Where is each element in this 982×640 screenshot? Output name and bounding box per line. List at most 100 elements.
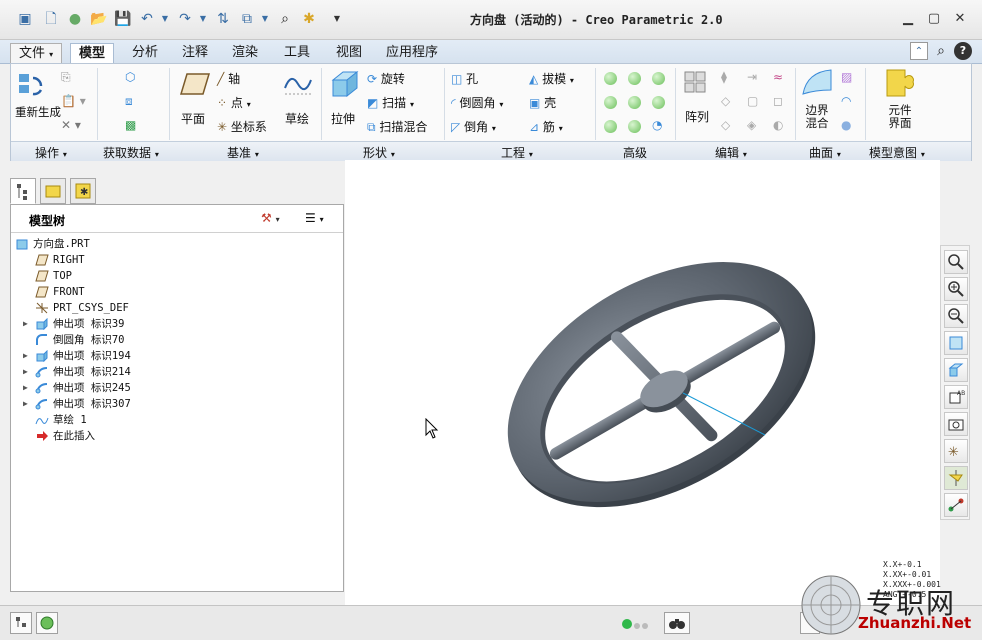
model-tree-item[interactable]: TOP bbox=[35, 268, 72, 284]
repaint-icon[interactable] bbox=[944, 331, 968, 355]
extend-icon[interactable]: ◇ bbox=[721, 94, 730, 108]
maximize-button[interactable]: ▢ bbox=[924, 10, 944, 28]
chamfer-button[interactable]: ◸ 倒角 ▾ bbox=[451, 118, 496, 135]
folder-browser-tab[interactable] bbox=[40, 178, 66, 204]
view-manager-icon[interactable] bbox=[944, 412, 968, 436]
group-surfaces[interactable]: 曲面 ▾ bbox=[809, 144, 841, 161]
fill-icon[interactable]: ● bbox=[841, 118, 851, 132]
new-file-icon[interactable]: 🗋 bbox=[42, 10, 60, 28]
point-button[interactable]: ⁘ 点 ▾ bbox=[217, 94, 251, 111]
model-tree-item[interactable]: 草绘 1 bbox=[35, 412, 87, 428]
model-tree-item[interactable]: FRONT bbox=[35, 284, 85, 300]
advanced-tool-icon[interactable] bbox=[604, 120, 617, 133]
find-binoculars-icon[interactable] bbox=[664, 612, 690, 634]
save-icon[interactable]: 💾 bbox=[114, 10, 132, 28]
expand-arrow-icon[interactable]: ▶ bbox=[23, 396, 28, 412]
paste-icon[interactable]: 📋 ▾ bbox=[61, 94, 86, 108]
undo-dropdown-icon[interactable]: ▼ bbox=[156, 10, 174, 28]
model-tree-item[interactable]: 倒圆角 标识70 bbox=[35, 332, 124, 348]
open-folder-star-icon[interactable]: ✱ bbox=[300, 10, 318, 28]
saved-orientations-icon[interactable]: AB bbox=[944, 385, 968, 409]
solidify-icon[interactable]: ◐ bbox=[773, 118, 783, 132]
component-interface-button[interactable]: 元件界面 bbox=[883, 104, 917, 130]
sketch-icon[interactable] bbox=[283, 72, 312, 100]
close-button[interactable]: ✕ bbox=[950, 10, 970, 28]
toggle-browser-icon[interactable] bbox=[36, 612, 58, 634]
group-get-data[interactable]: 获取数据 ▾ bbox=[103, 144, 159, 161]
tab-annotate[interactable]: 注释 bbox=[174, 43, 216, 64]
pattern-icon[interactable] bbox=[683, 70, 711, 98]
search-icon[interactable]: ⌕ bbox=[932, 42, 950, 60]
graphics-viewport[interactable] bbox=[345, 160, 940, 605]
spin-center-icon[interactable] bbox=[944, 466, 968, 490]
model-tree-item[interactable]: PRT_CSYS_DEF bbox=[35, 300, 129, 316]
freestyle-icon[interactable]: ◠ bbox=[841, 94, 851, 108]
model-tree-item[interactable]: ▶ 伸出项 标识194 bbox=[23, 348, 131, 364]
model-tree-item[interactable]: ▶ 伸出项 标识39 bbox=[23, 316, 124, 332]
component-interface-icon[interactable] bbox=[885, 68, 914, 97]
model-tree-item[interactable]: ▶ 伸出项 标识214 bbox=[23, 364, 131, 380]
annotation-display-icon[interactable] bbox=[944, 493, 968, 517]
plane-button[interactable]: 平面 bbox=[181, 110, 205, 127]
group-model-intent[interactable]: 模型意图 ▾ bbox=[869, 144, 925, 161]
mirror-icon[interactable]: ⧫ bbox=[721, 70, 727, 84]
undo-icon[interactable]: ↶ bbox=[138, 10, 156, 28]
advanced-tool-icon[interactable] bbox=[652, 72, 665, 85]
delete-icon[interactable]: ✕ ▾ bbox=[61, 118, 81, 132]
merge-icon[interactable]: ⇥ bbox=[747, 70, 757, 84]
tab-render[interactable]: 渲染 bbox=[224, 43, 266, 64]
thicken-icon[interactable]: ◈ bbox=[747, 118, 756, 132]
expand-arrow-icon[interactable]: ▶ bbox=[23, 348, 28, 364]
windows-dropdown-icon[interactable]: ▼ bbox=[256, 10, 274, 28]
offset-icon[interactable]: ▢ bbox=[747, 94, 758, 108]
trim-icon[interactable]: ≈ bbox=[773, 70, 783, 84]
collapse-ribbon-icon[interactable]: ⌃ bbox=[910, 42, 928, 60]
windows-icon[interactable]: ⧉ bbox=[238, 10, 256, 28]
minimize-button[interactable]: ▁ bbox=[898, 10, 918, 28]
boundary-blend-icon[interactable] bbox=[801, 68, 832, 96]
model-tree-item[interactable]: RIGHT bbox=[35, 252, 85, 268]
favorites-tab[interactable]: ✱ bbox=[70, 178, 96, 204]
tab-view[interactable]: 视图 bbox=[328, 43, 370, 64]
advanced-tool-icon[interactable] bbox=[604, 96, 617, 109]
tab-tools[interactable]: 工具 bbox=[276, 43, 318, 64]
model-tree-item[interactable]: ▶ 伸出项 标识307 bbox=[23, 396, 131, 412]
tab-applications[interactable]: 应用程序 bbox=[378, 43, 446, 64]
help-icon[interactable]: ? bbox=[954, 42, 972, 60]
find-icon[interactable]: ⌕ bbox=[276, 10, 294, 28]
redo-icon[interactable]: ↷ bbox=[176, 10, 194, 28]
zoom-out-icon[interactable] bbox=[944, 304, 968, 328]
settings-icon[interactable]: ⚒ ▾ bbox=[261, 211, 280, 225]
axis-button[interactable]: ╱ 轴 bbox=[217, 70, 240, 87]
expand-arrow-icon[interactable]: ▶ bbox=[23, 316, 28, 332]
copy-icon[interactable]: ⎘ bbox=[61, 70, 71, 85]
group-advanced[interactable]: 高级 bbox=[623, 144, 647, 161]
expand-arrow-icon[interactable]: ▶ bbox=[23, 364, 28, 380]
refit-icon[interactable] bbox=[944, 250, 968, 274]
regenerate-icon[interactable]: ⇅ bbox=[214, 10, 232, 28]
copy-geometry-icon[interactable]: ⧈ bbox=[125, 94, 133, 109]
expand-arrow-icon[interactable]: ▶ bbox=[23, 380, 28, 396]
csys-button[interactable]: ✳ 坐标系 bbox=[217, 118, 267, 135]
group-shapes[interactable]: 形状 ▾ bbox=[363, 144, 395, 161]
boundary-blend-button[interactable]: 边界混合 bbox=[803, 104, 831, 130]
extrude-icon[interactable] bbox=[329, 70, 359, 98]
group-engineering[interactable]: 工程 ▾ bbox=[501, 144, 533, 161]
round-button[interactable]: ◜ 倒圆角 ▾ bbox=[451, 94, 503, 111]
app-logo-icon[interactable]: ▣ bbox=[16, 10, 34, 28]
model-tree-tab[interactable] bbox=[10, 178, 36, 204]
advanced-tool-icon[interactable] bbox=[628, 72, 641, 85]
tab-model[interactable]: 模型 bbox=[70, 43, 115, 64]
extrude-button[interactable]: 拉伸 bbox=[331, 110, 355, 127]
advanced-tool-icon[interactable] bbox=[628, 96, 641, 109]
plane-icon[interactable] bbox=[179, 72, 211, 100]
hole-button[interactable]: ◫ 孔 bbox=[451, 70, 478, 87]
tab-file[interactable]: 文件 ▾ bbox=[10, 43, 63, 64]
model-tree-item[interactable]: 在此插入 bbox=[35, 428, 95, 444]
style-icon[interactable]: ▨ bbox=[841, 70, 852, 84]
draft-button[interactable]: ◭ 拔模 ▾ bbox=[529, 70, 574, 87]
sketch-button[interactable]: 草绘 bbox=[285, 110, 309, 127]
zoom-in-icon[interactable] bbox=[944, 277, 968, 301]
regenerate-button[interactable]: 重新生成 bbox=[15, 106, 61, 119]
rib-button[interactable]: ⊿ 筋 ▾ bbox=[529, 118, 563, 135]
